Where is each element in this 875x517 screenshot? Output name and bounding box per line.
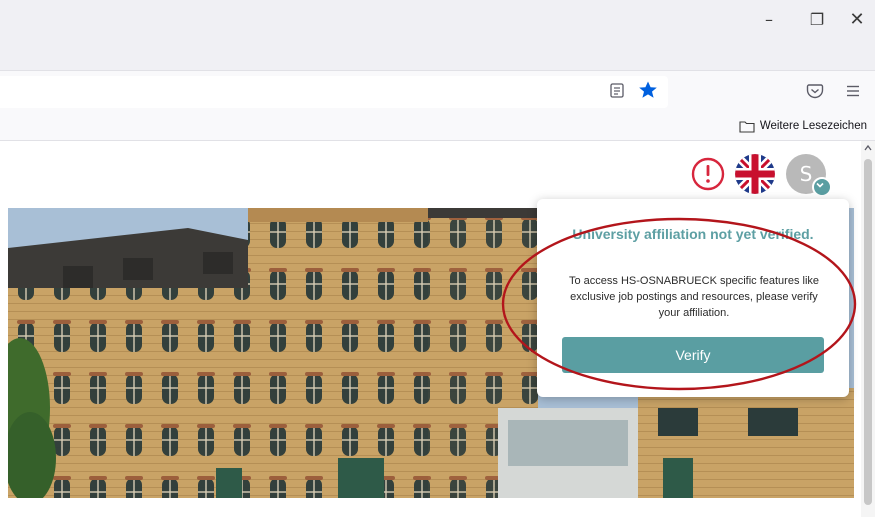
popup-message: To access HS-OSNABRUECK specific feature… xyxy=(568,275,820,319)
bookmark-star-icon[interactable] xyxy=(638,80,658,100)
hamburger-menu-icon[interactable] xyxy=(845,83,861,99)
reader-view-icon[interactable] xyxy=(610,83,624,98)
other-bookmarks-button[interactable]: Weitere Lesezeichen xyxy=(739,117,867,135)
close-window-button[interactable]: ✕ xyxy=(838,6,875,32)
pocket-icon[interactable] xyxy=(806,82,824,100)
page-content: S University affiliation not yet verifie… xyxy=(0,141,875,517)
minimize-button[interactable]: – xyxy=(750,6,788,32)
bookmarks-toolbar: Weitere Lesezeichen xyxy=(0,112,875,141)
avatar-initial: S xyxy=(799,162,813,186)
alert-icon[interactable] xyxy=(690,156,726,192)
vertical-scrollbar[interactable] xyxy=(861,141,875,517)
folder-icon xyxy=(739,120,755,133)
restore-button[interactable]: ❐ xyxy=(798,6,836,32)
other-bookmarks-label: Weitere Lesezeichen xyxy=(759,120,867,132)
uk-flag-icon[interactable] xyxy=(735,154,775,194)
chevron-down-icon[interactable] xyxy=(812,177,832,197)
scroll-up-arrow-icon[interactable] xyxy=(863,143,873,153)
affiliation-popup: University affiliation not yet verified.… xyxy=(537,199,849,397)
scrollbar-thumb[interactable] xyxy=(864,159,872,505)
verify-button[interactable]: Verify xyxy=(562,337,824,373)
address-bar[interactable] xyxy=(0,76,668,108)
browser-titlebar: – ❐ ✕ xyxy=(0,0,875,70)
popup-title: University affiliation not yet verified. xyxy=(572,226,814,242)
navigation-toolbar xyxy=(0,70,875,113)
